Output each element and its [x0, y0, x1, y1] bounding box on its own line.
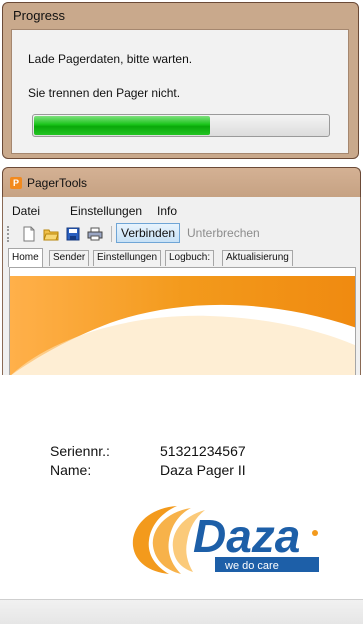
status-bar	[0, 599, 363, 624]
menu-bar: Datei Einstellungen Info	[3, 201, 360, 219]
menu-einstellungen[interactable]: Einstellungen	[70, 204, 142, 218]
connect-button[interactable]: Verbinden	[116, 223, 181, 243]
home-banner	[9, 267, 356, 375]
logo-brand-text: Daza	[193, 510, 300, 562]
tab-einstellungen[interactable]: Einstellungen	[93, 250, 162, 266]
progress-bar-fill	[34, 116, 210, 135]
pagertools-title: PagerTools	[27, 176, 88, 190]
progress-bar	[32, 114, 330, 137]
pagertools-titlebar[interactable]: P PagerTools	[2, 167, 361, 197]
pagertools-body: Datei Einstellungen Info Verbinden Unter…	[2, 197, 361, 375]
toolbar-separator	[111, 226, 112, 242]
progress-message-loading: Lade Pagerdaten, bitte warten.	[28, 52, 193, 66]
progress-dialog-title: Progress	[13, 8, 66, 23]
progress-message-warning: Sie trennen den Pager nicht.	[28, 86, 181, 100]
serial-label: Seriennr.:	[50, 443, 110, 459]
toolbar-grip[interactable]	[7, 226, 11, 242]
disconnect-button[interactable]: Unterbrechen	[187, 226, 260, 240]
orange-wave-banner	[10, 276, 355, 375]
save-disk-icon[interactable]	[66, 226, 80, 242]
tab-sender[interactable]: Sender	[49, 250, 90, 266]
tab-logbuch[interactable]: Logbuch:	[165, 250, 215, 266]
menu-datei[interactable]: Datei	[12, 204, 40, 218]
print-icon[interactable]	[87, 226, 103, 242]
logo-tagline: we do care	[224, 560, 279, 572]
tab-aktualisierung[interactable]: Aktualisierung	[222, 250, 293, 266]
progress-dialog-body: Lade Pagerdaten, bitte warten. Sie trenn…	[11, 29, 349, 154]
tab-home[interactable]: Home	[8, 248, 43, 267]
tab-strip: Home Sender Einstellungen Logbuch: Aktua…	[3, 248, 360, 268]
name-label: Name:	[50, 462, 92, 478]
pagertools-app-icon[interactable]: P	[10, 177, 22, 189]
new-file-icon[interactable]	[22, 226, 36, 242]
pagertools-window: P PagerTools Datei Einstellungen Info Ve…	[0, 167, 363, 626]
serial-value: 51321234567	[160, 443, 246, 459]
toolbar: Verbinden Unterbrechen	[3, 221, 360, 247]
menu-info[interactable]: Info	[157, 204, 177, 218]
daza-logo: Daza we do care	[125, 500, 350, 578]
open-folder-icon[interactable]	[43, 226, 59, 242]
name-value: Daza Pager II	[160, 462, 246, 478]
progress-dialog: Progress Lade Pagerdaten, bitte warten. …	[2, 2, 359, 159]
